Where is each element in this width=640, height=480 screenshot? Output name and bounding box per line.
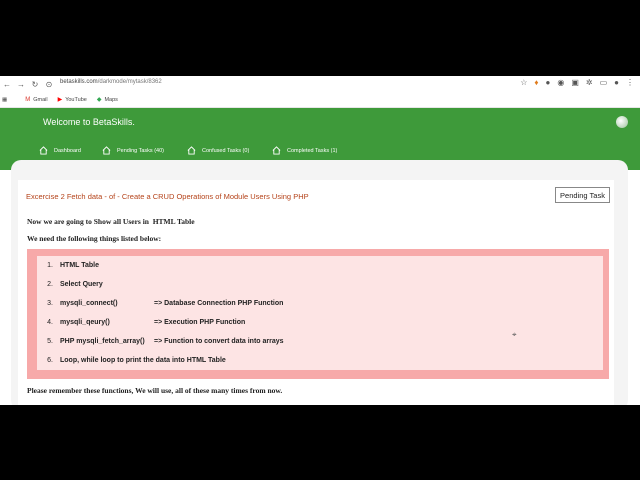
bookmark-gmail[interactable]: M Gmail (25, 97, 47, 103)
reload-icon[interactable]: ↻ (28, 80, 42, 89)
task-footer-note: Please remember these functions, We will… (27, 386, 283, 395)
task-intro: Now we are going to Show all Users in HT… (27, 217, 195, 226)
home-icon (272, 146, 281, 155)
address-bar[interactable]: betaskills.com/darkmode/mytask/8362 (60, 79, 162, 85)
star-icon[interactable]: ☆ (520, 78, 527, 87)
brand-title: Welcome to BetaSkills. (43, 117, 135, 127)
browser-toolbar: ← → ↻ ⊙ betaskills.com/darkmode/mytask/8… (0, 76, 640, 92)
extension-icon[interactable]: ♦ (534, 78, 538, 87)
url-domain: betaskills.com (60, 79, 98, 85)
nav-pending-tasks[interactable]: Pending Tasks (40) (102, 146, 164, 155)
bookmark-maps[interactable]: ◆ Maps (96, 96, 118, 104)
list-heading: We need the following things listed belo… (27, 234, 162, 243)
record-icon[interactable]: ◉ (557, 78, 564, 87)
site-header: Welcome to BetaSkills. (0, 108, 640, 138)
browser-viewport: ← → ↻ ⊙ betaskills.com/darkmode/mytask/8… (0, 76, 640, 405)
forward-icon[interactable]: → (14, 80, 28, 89)
home-icon (39, 146, 48, 155)
user-avatar[interactable] (616, 116, 628, 128)
sidebar-icon[interactable]: ▭ (600, 78, 608, 87)
back-icon[interactable]: ← (0, 80, 14, 89)
home-icon (102, 146, 111, 155)
puzzle-icon[interactable]: ✲ (586, 78, 593, 87)
gmail-icon: M (25, 96, 31, 103)
menu-icon[interactable]: ⋮ (626, 78, 634, 87)
mouse-cursor-icon: ⌖ (512, 330, 517, 339)
nav-confused-tasks[interactable]: Confused Tasks (0) (187, 146, 249, 155)
nav-completed-tasks[interactable]: Completed Tasks (1) (272, 146, 337, 155)
pending-task-button[interactable]: Pending Task (555, 187, 610, 203)
home-icon (187, 146, 196, 155)
youtube-icon: ▶ (57, 97, 63, 103)
bookmarks-bar: ▦ M Gmail ▶ YouTube ◆ Maps (0, 92, 640, 108)
requirements-list: 1. HTML Table 2. Select Query 3. mysqli_… (37, 256, 603, 370)
url-path: /darkmode/mytask/8362 (97, 79, 162, 85)
task-card: Excercise 2 Fetch data - of - Create a C… (18, 180, 614, 405)
camera-icon[interactable]: ▣ (571, 78, 579, 87)
site-info-icon[interactable]: ⊙ (42, 80, 56, 89)
account-icon[interactable]: ● (614, 78, 619, 87)
profile-icon[interactable]: ● (546, 78, 551, 87)
bookmark-youtube[interactable]: ▶ YouTube (57, 96, 87, 104)
apps-icon[interactable]: ▦ (2, 97, 7, 103)
requirements-box: 1. HTML Table 2. Select Query 3. mysqli_… (27, 249, 609, 379)
maps-icon: ◆ (96, 97, 102, 103)
nav-dashboard[interactable]: Dashboard (39, 146, 81, 155)
task-title: Excercise 2 Fetch data - of - Create a C… (26, 192, 309, 201)
